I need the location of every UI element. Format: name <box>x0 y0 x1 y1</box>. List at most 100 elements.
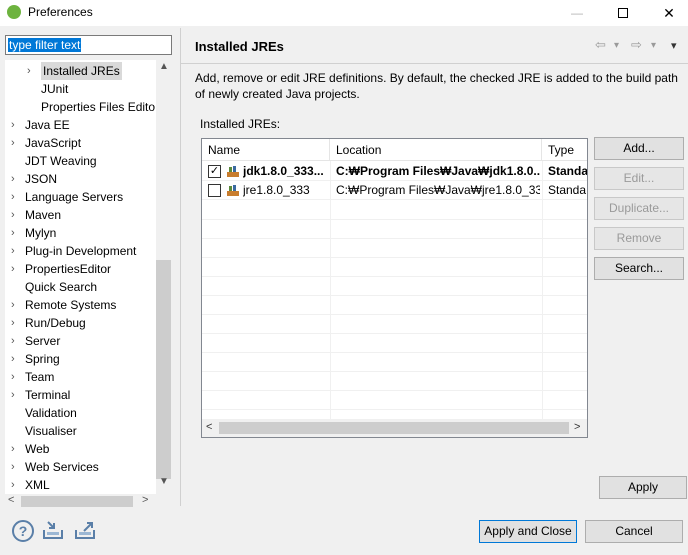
column-header-location[interactable]: Location <box>330 139 542 161</box>
tree-item-label: JSON <box>25 172 58 186</box>
apply-and-close-button[interactable]: Apply and Close <box>479 520 577 543</box>
close-button[interactable]: ✕ <box>646 0 688 26</box>
scroll-left-icon[interactable]: < <box>8 494 14 506</box>
chevron-right-icon[interactable]: › <box>11 260 21 278</box>
edit-button[interactable]: Edit... <box>594 167 684 190</box>
table-horizontal-scrollbar[interactable]: < > <box>202 419 587 437</box>
tree-item-label: Quick Search <box>25 280 98 294</box>
tree-item[interactable]: › Maven <box>5 206 156 224</box>
minimize-button[interactable]: — <box>554 0 600 26</box>
tree-item-label: JDT Weaving <box>25 154 97 168</box>
maximize-icon <box>618 8 628 18</box>
cancel-button[interactable]: Cancel <box>585 520 683 543</box>
chevron-right-icon[interactable]: › <box>11 332 21 350</box>
chevron-right-icon[interactable]: › <box>11 368 21 386</box>
chevron-right-icon[interactable]: › <box>11 350 21 368</box>
search-button[interactable]: Search... <box>594 257 684 280</box>
tree-item[interactable]: Properties Files Edito <box>5 98 156 116</box>
filter-input[interactable]: type filter text <box>5 35 172 55</box>
tree-item[interactable]: Visualiser <box>5 422 156 440</box>
table-row[interactable]: jre1.8.0_333 C:₩Program Files₩Java₩jre1.8… <box>202 181 587 200</box>
tree-item[interactable]: JDT Weaving <box>5 152 156 170</box>
maximize-button[interactable] <box>600 0 646 26</box>
chevron-right-icon[interactable]: › <box>11 476 21 494</box>
tree-scroll-thumb[interactable] <box>156 260 171 479</box>
tree-item-label: JUnit <box>41 82 69 96</box>
tree-item[interactable]: › Team <box>5 368 156 386</box>
scroll-right-icon[interactable]: > <box>142 494 148 506</box>
chevron-right-icon[interactable]: › <box>11 134 21 152</box>
tree-item-label: Web <box>25 442 50 456</box>
tree-horizontal-scrollbar[interactable]: < > <box>5 494 156 509</box>
tree-item[interactable]: › JavaScript <box>5 134 156 152</box>
empty-row-line <box>202 257 587 258</box>
tree-item[interactable]: › PropertiesEditor <box>5 260 156 278</box>
scroll-right-icon[interactable]: > <box>574 421 580 433</box>
tree-item[interactable]: › Remote Systems <box>5 296 156 314</box>
scroll-down-icon[interactable]: ▼ <box>159 476 169 487</box>
tree-item-label: XML <box>25 478 50 492</box>
view-menu-icon[interactable]: ▾ <box>671 39 677 52</box>
close-icon: ✕ <box>663 4 675 21</box>
jre-library-icon <box>227 166 239 177</box>
remove-button[interactable]: Remove <box>594 227 684 250</box>
tree-item[interactable]: › Terminal <box>5 386 156 404</box>
empty-row-line <box>202 314 587 315</box>
import-icon[interactable] <box>42 520 64 540</box>
export-icon[interactable] <box>74 520 96 540</box>
chevron-right-icon[interactable]: › <box>11 440 21 458</box>
tree-item-label: Visualiser <box>25 424 77 438</box>
tree-vertical-scrollbar[interactable]: ▲ ▼ <box>156 60 171 494</box>
forward-arrow-icon[interactable]: ⇨ <box>631 37 642 53</box>
chevron-right-icon[interactable]: › <box>11 170 21 188</box>
tree-item[interactable]: › Language Servers <box>5 188 156 206</box>
empty-row-line <box>202 276 587 277</box>
table-scroll-thumb[interactable] <box>219 422 569 434</box>
chevron-right-icon[interactable]: › <box>11 206 21 224</box>
scroll-up-icon[interactable]: ▲ <box>159 61 169 72</box>
jre-type: Standa <box>548 183 587 197</box>
forward-menu-icon[interactable]: ▾ <box>651 40 656 51</box>
apply-button[interactable]: Apply <box>599 476 687 499</box>
tree-item-label: Language Servers <box>25 190 124 204</box>
tree-item[interactable]: Quick Search <box>5 278 156 296</box>
column-header-name[interactable]: Name <box>202 139 330 161</box>
chevron-right-icon[interactable]: › <box>11 116 21 134</box>
tree-item[interactable]: › Installed JREs <box>5 62 156 80</box>
add-button[interactable]: Add... <box>594 137 684 160</box>
tree-item[interactable]: › Web <box>5 440 156 458</box>
tree-item-label: PropertiesEditor <box>25 262 112 276</box>
help-icon[interactable]: ? <box>12 520 34 542</box>
tree-item-label: Validation <box>25 406 77 420</box>
jre-checkbox[interactable]: ✓ <box>208 165 221 178</box>
column-header-type[interactable]: Type <box>542 139 587 161</box>
back-menu-icon[interactable]: ▾ <box>614 40 619 51</box>
jre-checkbox[interactable] <box>208 184 221 197</box>
tree-item[interactable]: › XML <box>5 476 156 494</box>
tree-item[interactable]: › Server <box>5 332 156 350</box>
back-arrow-icon[interactable]: ⇦ <box>595 37 606 53</box>
chevron-right-icon[interactable]: › <box>27 62 37 80</box>
tree-item[interactable]: › Run/Debug <box>5 314 156 332</box>
chevron-right-icon[interactable]: › <box>11 296 21 314</box>
chevron-right-icon[interactable]: › <box>11 386 21 404</box>
chevron-right-icon[interactable]: › <box>11 242 21 260</box>
tree-item[interactable]: Validation <box>5 404 156 422</box>
table-row[interactable]: ✓ jdk1.8.0_333... C:₩Program Files₩Java₩jd… <box>202 162 587 181</box>
tree-item[interactable]: JUnit <box>5 80 156 98</box>
tree-item[interactable]: › Mylyn <box>5 224 156 242</box>
scroll-left-icon[interactable]: < <box>206 421 212 433</box>
duplicate-button[interactable]: Duplicate... <box>594 197 684 220</box>
tree-item[interactable]: › Web Services <box>5 458 156 476</box>
chevron-right-icon[interactable]: › <box>11 224 21 242</box>
chevron-right-icon[interactable]: › <box>11 188 21 206</box>
tree-item-label: Team <box>25 370 55 384</box>
tree-item[interactable]: › Java EE <box>5 116 156 134</box>
tree-item-label: Run/Debug <box>25 316 86 330</box>
tree-item[interactable]: › JSON <box>5 170 156 188</box>
chevron-right-icon[interactable]: › <box>11 458 21 476</box>
tree-item[interactable]: › Plug-in Development <box>5 242 156 260</box>
tree-item[interactable]: › Spring <box>5 350 156 368</box>
tree-hscroll-thumb[interactable] <box>21 496 133 507</box>
chevron-right-icon[interactable]: › <box>11 314 21 332</box>
